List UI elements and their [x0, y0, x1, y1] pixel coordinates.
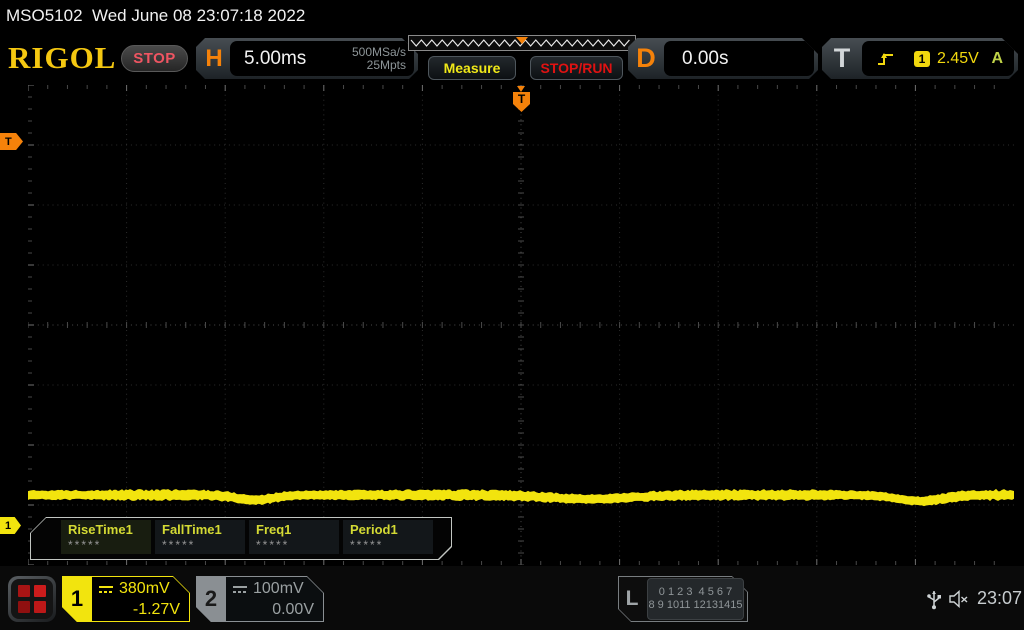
- bottom-bar: 1 380mV -1.27V 2 100mV 0.00V L 0 1 2 3 4…: [0, 566, 1024, 630]
- trigger-mode: A: [991, 49, 1003, 67]
- delay-value: 0.00s: [682, 47, 729, 69]
- ch1-waveform: [28, 488, 1014, 507]
- ch1-ground-marker[interactable]: 1: [0, 517, 21, 534]
- measurement-falltime[interactable]: FallTime1 *****: [155, 520, 245, 554]
- channel1-number: 1: [62, 576, 92, 622]
- oscilloscope-screen: MSO5102 Wed June 08 23:07:18 2022 RIGOL …: [0, 0, 1024, 630]
- measurement-value: *****: [350, 538, 384, 552]
- logic-analyzer-badge[interactable]: L 0 1 2 3 4 5 6 7 8 9 1011 12131415: [618, 576, 748, 622]
- acquisition-state-badge: STOP: [121, 45, 188, 72]
- channel2-number: 2: [196, 576, 226, 622]
- measurement-value: *****: [162, 538, 196, 552]
- measure-button[interactable]: Measure: [428, 56, 516, 80]
- channel1-offset: -1.27V: [132, 601, 180, 618]
- measurement-label: RiseTime1: [68, 522, 133, 537]
- channel2-badge[interactable]: 2 100mV 0.00V: [196, 576, 324, 622]
- trigger-level-marker[interactable]: T: [0, 133, 23, 150]
- stop-run-button[interactable]: STOP/RUN: [530, 56, 623, 80]
- measurement-value: *****: [68, 538, 102, 552]
- digital-channels-row1: 0 1 2 3 4 5 6 7: [658, 586, 733, 598]
- delay-label: D: [636, 43, 656, 73]
- channel1-badge[interactable]: 1 380mV -1.27V: [62, 576, 190, 622]
- measurement-period[interactable]: Period1 *****: [343, 520, 433, 554]
- measurement-freq[interactable]: Freq1 *****: [249, 520, 339, 554]
- logic-analyzer-label: L: [625, 587, 639, 610]
- dc-coupling-icon: [232, 584, 248, 594]
- rigol-logo: RIGOL: [8, 40, 117, 75]
- graticule: [28, 85, 1014, 565]
- waveform-preview-strip[interactable]: [408, 35, 636, 51]
- timebase-value: 5.00ms: [244, 47, 307, 69]
- measurement-panel[interactable]: RiseTime1 ***** FallTime1 ***** Freq1 **…: [30, 517, 452, 560]
- menu-grid-icon[interactable]: [8, 576, 56, 622]
- delay-panel[interactable]: D 0.00s: [628, 38, 818, 79]
- preview-position-icon: [516, 37, 528, 44]
- digital-channels-row2: 8 9 1011 12131415: [648, 599, 743, 611]
- trigger-level-value: 2.45V: [937, 49, 979, 67]
- horizontal-label: H: [205, 44, 223, 72]
- usb-icon: [926, 588, 942, 615]
- trigger-label: T: [833, 43, 851, 73]
- horizontal-panel[interactable]: H 5.00ms 500MSa/s 25Mpts: [196, 38, 418, 79]
- dc-coupling-icon: [98, 584, 114, 594]
- measurement-label: Period1: [350, 522, 398, 537]
- measurement-risetime[interactable]: RiseTime1 *****: [61, 520, 151, 554]
- trigger-source-badge: 1: [914, 51, 930, 67]
- speaker-muted-icon: [948, 589, 970, 613]
- sample-rate: 500MSa/s 25Mpts: [351, 44, 406, 72]
- clock: 23:07: [977, 588, 1023, 608]
- measurement-label: Freq1: [256, 522, 292, 537]
- measurement-value: *****: [256, 538, 290, 552]
- channel2-scale: 100mV: [253, 580, 304, 597]
- trigger-panel[interactable]: T 1 2.45V A: [822, 38, 1018, 79]
- channel1-scale: 380mV: [119, 580, 170, 597]
- model-and-datetime: MSO5102 Wed June 08 23:07:18 2022: [6, 6, 306, 25]
- trigger-slope-icon: [876, 50, 896, 68]
- trigger-position-tip-icon: [517, 86, 525, 92]
- measurement-label: FallTime1: [162, 522, 222, 537]
- channel2-offset: 0.00V: [272, 601, 314, 618]
